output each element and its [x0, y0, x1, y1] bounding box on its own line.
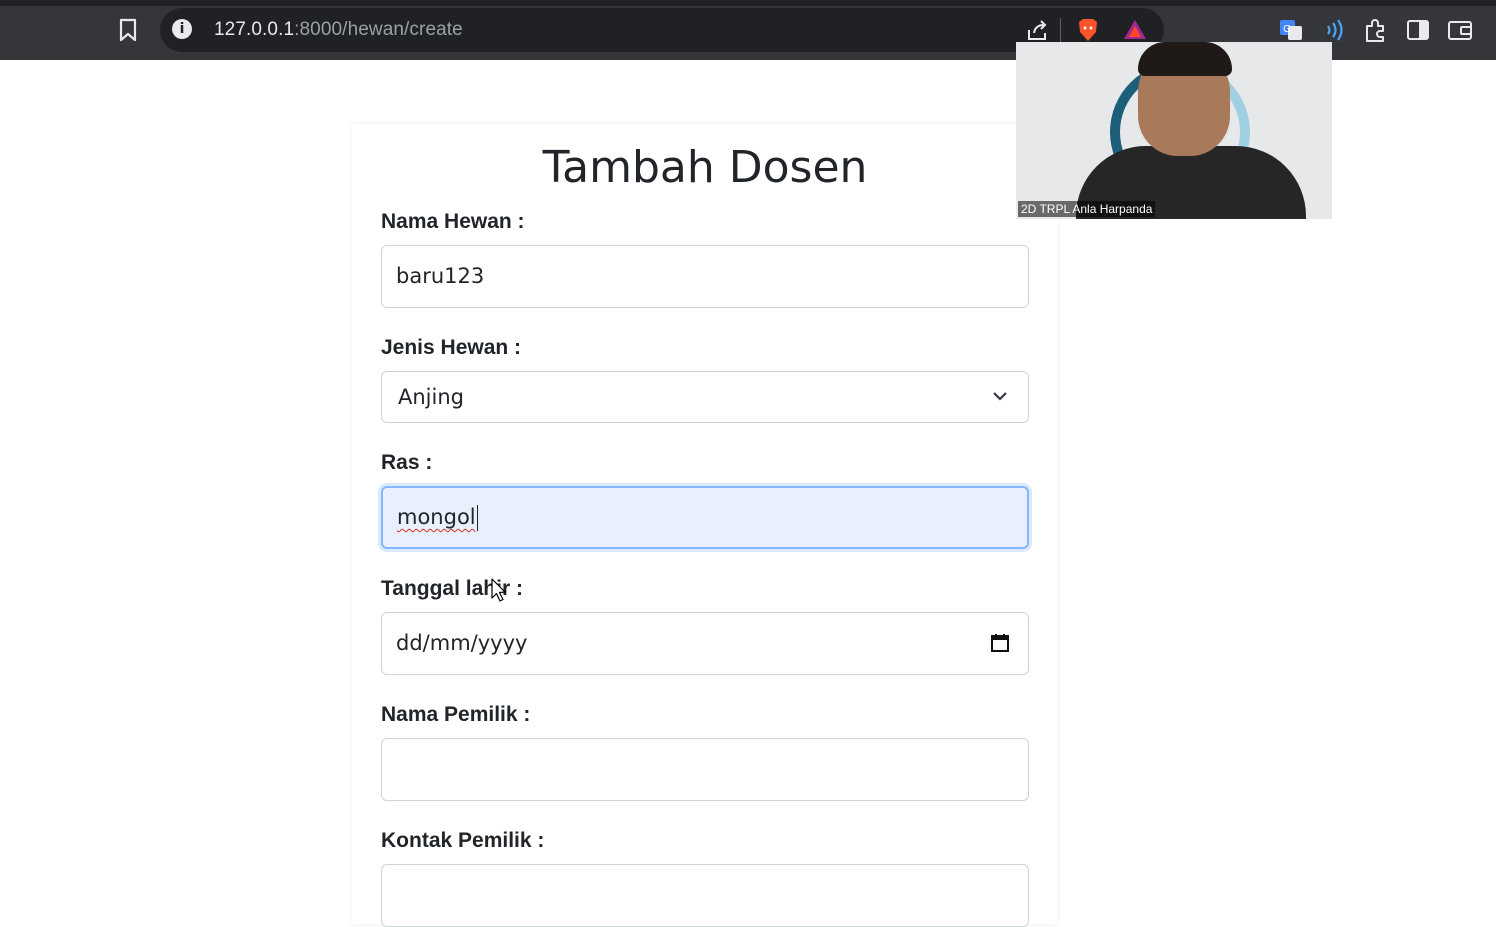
bookmark-icon[interactable]	[116, 17, 140, 43]
ras-value: mongol	[397, 505, 476, 529]
translate-icon[interactable]: G	[1277, 16, 1305, 44]
url-path: :8000/hewan/create	[294, 19, 463, 40]
toolbar-divider	[1060, 18, 1061, 42]
wallet-icon[interactable]	[1446, 16, 1474, 44]
participant-name: 2D TRPL Anla Harpanda	[1018, 201, 1156, 217]
brave-rewards-icon[interactable]	[1121, 16, 1149, 44]
nama-hewan-input[interactable]: baru123	[381, 245, 1029, 308]
tanggal-lahir-placeholder: dd/mm/yyyy	[396, 631, 528, 655]
ras-label: Ras :	[381, 451, 433, 474]
jenis-hewan-select[interactable]: Anjing	[381, 371, 1029, 423]
brave-shield-icon[interactable]	[1074, 16, 1102, 44]
jenis-hewan-value: Anjing	[398, 385, 464, 409]
webcam-overlay[interactable]: 2D TRPL Anla Harpanda	[1016, 42, 1332, 219]
mouse-cursor-icon	[491, 578, 506, 602]
chevron-down-icon	[993, 392, 1007, 401]
share-icon[interactable]	[1023, 16, 1051, 44]
calendar-icon[interactable]	[990, 633, 1010, 653]
url-host: 127.0.0.1	[214, 19, 295, 40]
nama-pemilik-label: Nama Pemilik :	[381, 703, 531, 726]
tanggal-lahir-input[interactable]: dd/mm/yyyy	[381, 612, 1029, 675]
sidebar-icon[interactable]	[1404, 16, 1432, 44]
audio-wave-icon[interactable]	[1319, 16, 1347, 44]
svg-text:G: G	[1283, 24, 1291, 35]
tab-strip	[0, 0, 1496, 6]
extensions-icon[interactable]	[1361, 16, 1389, 44]
nama-hewan-label: Nama Hewan :	[381, 210, 525, 233]
jenis-hewan-label: Jenis Hewan :	[381, 336, 522, 359]
nama-pemilik-input[interactable]	[381, 738, 1029, 801]
nama-hewan-value: baru123	[396, 264, 485, 288]
person-hair	[1138, 42, 1232, 76]
ras-input[interactable]: mongol	[381, 486, 1029, 549]
kontak-pemilik-input[interactable]	[381, 864, 1029, 927]
page-title: Tambah Dosen	[542, 142, 868, 193]
url-text[interactable]: 127.0.0.1:8000/hewan/create	[214, 19, 463, 41]
info-icon[interactable]: i	[172, 19, 192, 39]
kontak-pemilik-label: Kontak Pemilik :	[381, 829, 545, 852]
text-caret	[476, 505, 478, 531]
